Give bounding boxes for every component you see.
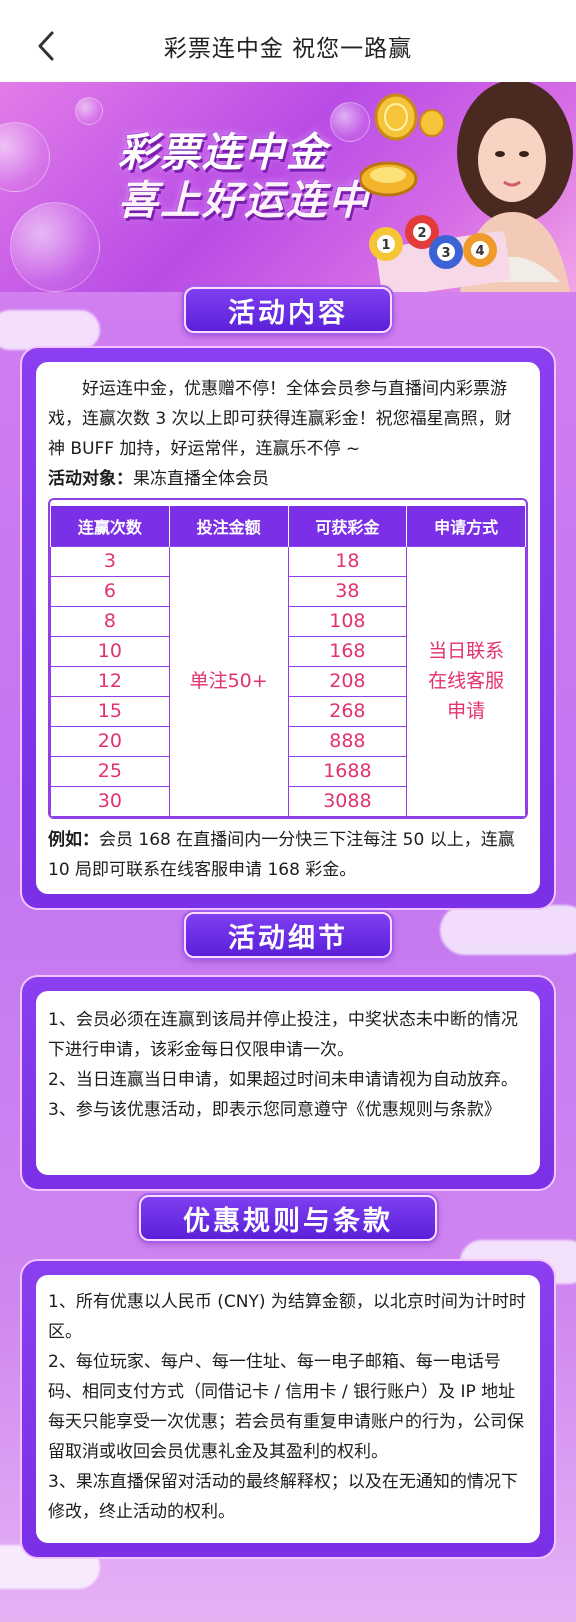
example-text: 会员 168 在直播间内一分快三下注每注 50 以上，连赢 10 局即可联系在线… bbox=[48, 829, 515, 880]
win-count-cell: 20 bbox=[50, 725, 170, 757]
column-header: 连赢次数 bbox=[50, 506, 170, 546]
svg-text:2: 2 bbox=[417, 226, 426, 241]
bonus-cell: 38 bbox=[287, 575, 408, 607]
win-count-cell: 8 bbox=[50, 605, 170, 637]
page-title: 彩票连中金 祝您一路赢 bbox=[163, 36, 413, 62]
section-header-details: 活动细节 bbox=[0, 912, 576, 958]
win-count-cell: 30 bbox=[50, 785, 170, 817]
win-count-cell: 3 bbox=[50, 545, 170, 577]
bonus-cell: 18 bbox=[287, 545, 408, 577]
win-count-cell: 15 bbox=[50, 695, 170, 727]
apply-method-line: 在线客服 bbox=[428, 670, 505, 692]
svg-text:4: 4 bbox=[475, 244, 484, 259]
svg-text:3: 3 bbox=[441, 246, 450, 261]
lottery-balls-illustration: 1 2 3 4 bbox=[369, 215, 511, 292]
section-header-activity: 活动内容 bbox=[0, 287, 576, 333]
win-count-cell: 12 bbox=[50, 665, 170, 697]
back-button[interactable] bbox=[28, 28, 64, 64]
target-label: 活动对象： bbox=[48, 469, 133, 489]
apply-method-line: 申请 bbox=[447, 700, 486, 722]
terms-item: 1、所有优惠以人民币 (CNY) 为结算金额，以北京时间为计时时区。 bbox=[48, 1292, 526, 1342]
activity-content-panel: 好运连中金，优惠赠不停！全体会员参与直播间内彩票游戏，连赢次数 3 次以上即可获… bbox=[20, 346, 556, 910]
bonus-cell: 208 bbox=[287, 665, 408, 697]
section-title: 活动细节 bbox=[184, 912, 392, 958]
svg-text:1: 1 bbox=[381, 238, 390, 253]
bonus-cell: 888 bbox=[287, 725, 408, 757]
terms-item: 2、每位玩家、每户、每一住址、每一电子邮箱、每一电话号码、相同支付方式（同借记卡… bbox=[48, 1352, 524, 1462]
rates-table-frame: 连赢次数 投注金额 可获彩金 申请方式 3 单注50+ 18 当日联系 在线客服 申请 6 3… bbox=[48, 498, 528, 819]
table-row: 3 单注50+ 18 当日联系 在线客服 申请 bbox=[50, 545, 526, 817]
activity-intro: 好运连中金，优惠赠不停！全体会员参与直播间内彩票游戏，连赢次数 3 次以上即可获… bbox=[48, 379, 512, 459]
bet-amount-cell: 单注50+ bbox=[168, 545, 289, 817]
detail-item: 3、参与该优惠活动，即表示您同意遵守《优惠规则与条款》 bbox=[48, 1100, 501, 1120]
apply-method-line: 当日联系 bbox=[428, 640, 505, 662]
bonus-cell: 1688 bbox=[287, 755, 408, 787]
section-title: 优惠规则与条款 bbox=[139, 1195, 437, 1241]
activity-target: 活动对象：果冻直播全体会员 bbox=[48, 464, 528, 494]
column-header: 投注金额 bbox=[168, 506, 289, 546]
activity-details-panel: 1、会员必须在连赢到该局并停止投注，中奖状态未中断的情况下进行申请，该彩金每日仅… bbox=[20, 975, 556, 1191]
activity-content-card: 好运连中金，优惠赠不停！全体会员参与直播间内彩票游戏，连赢次数 3 次以上即可获… bbox=[36, 362, 540, 894]
detail-item: 2、当日连赢当日申请，如果超过时间未申请请视为自动放弃。 bbox=[48, 1070, 518, 1090]
bonus-cell: 3088 bbox=[287, 785, 408, 817]
detail-item: 1、会员必须在连赢到该局并停止投注，中奖状态未中断的情况下进行申请，该彩金每日仅… bbox=[48, 1010, 518, 1060]
terms-panel: 1、所有优惠以人民币 (CNY) 为结算金额，以北京时间为计时时区。 2、每位玩… bbox=[20, 1259, 556, 1559]
bonus-cell: 108 bbox=[287, 605, 408, 637]
banner-subheadline: 喜上好运连中 bbox=[118, 178, 370, 224]
nav-bar: 彩票连中金 祝您一路赢 bbox=[0, 10, 576, 82]
chevron-left-icon bbox=[38, 31, 54, 61]
example-label: 例如： bbox=[48, 829, 99, 850]
promo-banner: 彩票连中金 喜上好运连中 1 2 3 4 bbox=[0, 82, 576, 292]
table-header-row: 连赢次数 投注金额 可获彩金 申请方式 bbox=[50, 506, 526, 546]
win-count-cell: 6 bbox=[50, 575, 170, 607]
terms-item: 3、果冻直播保留对活动的最终解释权；以及在无通知的情况下修改，终止活动的权利。 bbox=[48, 1472, 518, 1522]
bonus-cell: 168 bbox=[287, 635, 408, 667]
win-count-cell: 25 bbox=[50, 755, 170, 787]
activity-details-card: 1、会员必须在连赢到该局并停止投注，中奖状态未中断的情况下进行申请，该彩金每日仅… bbox=[36, 991, 540, 1175]
section-header-terms: 优惠规则与条款 bbox=[0, 1195, 576, 1241]
terms-card: 1、所有优惠以人民币 (CNY) 为结算金额，以北京时间为计时时区。 2、每位玩… bbox=[36, 1275, 540, 1543]
bonus-cell: 268 bbox=[287, 695, 408, 727]
column-header: 可获彩金 bbox=[287, 506, 408, 546]
column-header: 申请方式 bbox=[406, 506, 526, 546]
activity-example: 例如：会员 168 在直播间内一分快三下注每注 50 以上，连赢 10 局即可联… bbox=[48, 825, 528, 885]
rates-table: 连赢次数 投注金额 可获彩金 申请方式 3 单注50+ 18 当日联系 在线客服 申请 6 3… bbox=[50, 506, 526, 817]
section-title: 活动内容 bbox=[184, 287, 392, 333]
status-bar bbox=[0, 0, 576, 10]
apply-method-cell: 当日联系在线客服申请 bbox=[406, 545, 526, 817]
win-count-cell: 10 bbox=[50, 635, 170, 667]
target-value: 果冻直播全体会员 bbox=[133, 469, 269, 489]
